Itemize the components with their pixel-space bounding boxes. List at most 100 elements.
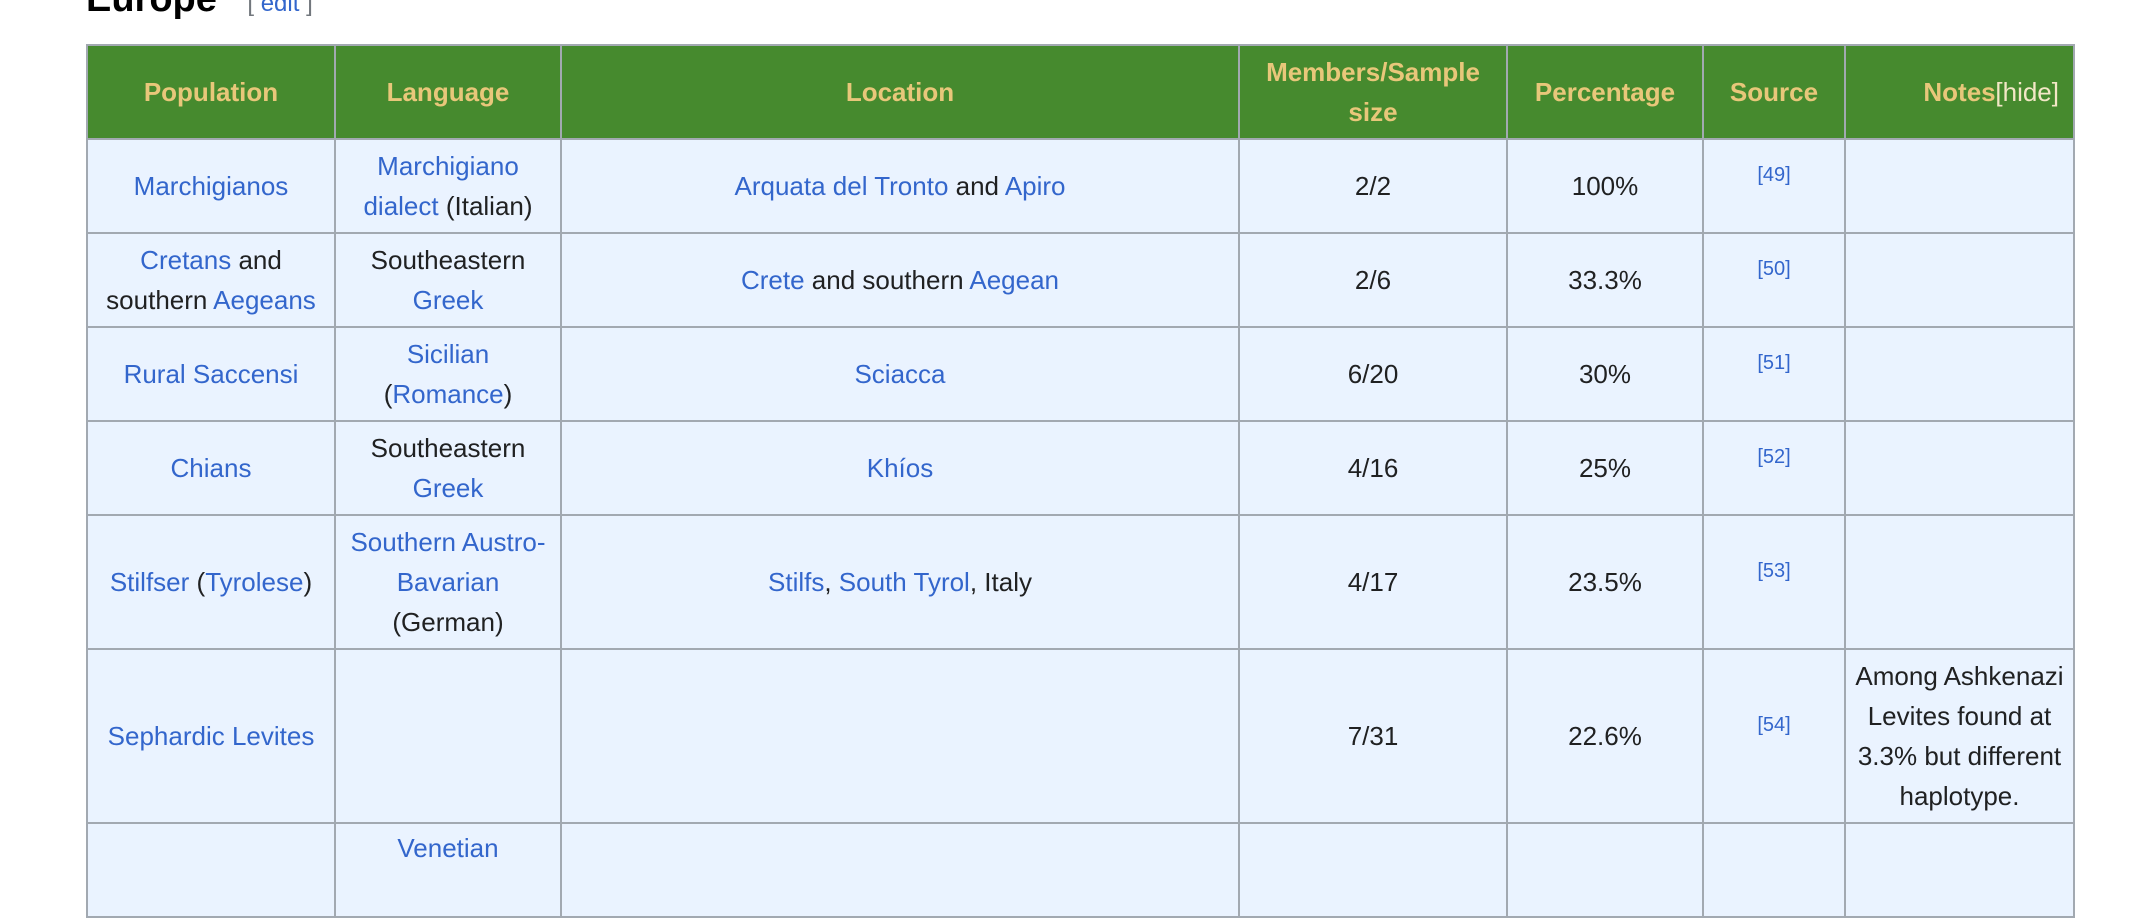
location-text: , Italy (969, 567, 1032, 597)
language-text: Southeastern (370, 433, 526, 463)
cell-source: [53] (1702, 514, 1846, 650)
language-link[interactable]: Romance (392, 379, 503, 409)
population-text: ) (303, 567, 313, 597)
cell-percentage: 33.3% (1506, 232, 1704, 328)
cell-population: Rural Saccensi (86, 326, 336, 422)
header-members[interactable]: Members/Sample size (1238, 44, 1508, 140)
population-link[interactable]: Marchigianos (134, 171, 289, 201)
citation-link[interactable]: [51] (1757, 352, 1790, 374)
language-text: (German) (392, 607, 504, 637)
location-text: , (824, 567, 839, 597)
cell-source: [52] (1702, 420, 1846, 516)
cell-population: Stilfser (Tyrolese) (86, 514, 336, 650)
header-location[interactable]: Location (560, 44, 1240, 140)
cell-source: [51] (1702, 326, 1846, 422)
section-heading-row: Europe [ edit ] (86, 0, 313, 20)
cell-members: 6/20 (1238, 326, 1508, 422)
haplogroup-table: Population Language Location Members/Sam… (86, 44, 2075, 918)
cell-source: [50] (1702, 232, 1846, 328)
cell-percentage: 30% (1506, 326, 1704, 422)
cell-percentage: 22.6% (1506, 648, 1704, 824)
cell-notes (1844, 420, 2075, 516)
table-row: Stilfser (Tyrolese) Southern Austro-Bava… (86, 514, 2075, 650)
cell-location (560, 648, 1240, 824)
citation-link[interactable]: [53] (1757, 560, 1790, 582)
header-notes-label: Notes (1923, 77, 1996, 107)
cell-source: [49] (1702, 138, 1846, 234)
language-link[interactable]: Sicilian (407, 339, 489, 369)
cell-members (1238, 822, 1508, 918)
population-link[interactable]: Aegeans (213, 285, 316, 315)
hide-column-button[interactable]: [hide] (1995, 72, 2059, 112)
cell-percentage: 23.5% (1506, 514, 1704, 650)
language-link[interactable]: Southern Austro-Bavarian (350, 527, 545, 597)
location-text: and southern (804, 265, 970, 295)
table-row: Chians Southeastern Greek Khíos 4/16 25%… (86, 420, 2075, 516)
location-link[interactable]: Arquata del Tronto (734, 171, 948, 201)
cell-notes (1844, 822, 2075, 918)
cell-language (334, 648, 562, 824)
location-link[interactable]: Khíos (867, 453, 934, 483)
citation-link[interactable]: [52] (1757, 446, 1790, 468)
cell-notes (1844, 514, 2075, 650)
population-link[interactable]: Rural Saccensi (124, 359, 299, 389)
location-link[interactable]: Aegean (969, 265, 1059, 295)
location-link[interactable]: South Tyrol (839, 567, 970, 597)
cell-notes: Among Ashkenazi Levites found at 3.3% bu… (1844, 648, 2075, 824)
cell-language: Venetian (334, 822, 562, 918)
cell-population (86, 822, 336, 918)
population-link[interactable]: Cretans (140, 245, 231, 275)
header-population[interactable]: Population (86, 44, 336, 140)
population-link[interactable]: Sephardic Levites (108, 721, 315, 751)
table-header-row: Population Language Location Members/Sam… (86, 44, 2075, 140)
table-row: Cretans and southern Aegeans Southeaster… (86, 232, 2075, 328)
header-source[interactable]: Source (1702, 44, 1846, 140)
cell-language: Sicilian (Romance) (334, 326, 562, 422)
edit-section-link[interactable]: edit (261, 0, 300, 17)
edit-close-bracket: ] (306, 0, 313, 17)
cell-notes (1844, 232, 2075, 328)
cell-location: Khíos (560, 420, 1240, 516)
location-link[interactable]: Stilfs (768, 567, 824, 597)
population-link[interactable]: Chians (171, 453, 252, 483)
language-text: ) (503, 379, 513, 409)
cell-language: Marchigiano dialect (Italian) (334, 138, 562, 234)
cell-population: Chians (86, 420, 336, 516)
table-row: Venetian (86, 822, 2075, 918)
cell-percentage: 100% (1506, 138, 1704, 234)
cell-notes (1844, 326, 2075, 422)
citation-link[interactable]: [54] (1757, 714, 1790, 736)
header-notes[interactable]: Notes [hide] (1844, 44, 2075, 140)
cell-location: Stilfs, South Tyrol, Italy (560, 514, 1240, 650)
table-row: Marchigianos Marchigiano dialect (Italia… (86, 138, 2075, 234)
language-text: (Italian) (438, 191, 533, 221)
header-language[interactable]: Language (334, 44, 562, 140)
cell-percentage (1506, 822, 1704, 918)
cell-members: 2/2 (1238, 138, 1508, 234)
cell-source (1702, 822, 1846, 918)
location-link[interactable]: Sciacca (854, 359, 945, 389)
language-link[interactable]: Greek (413, 285, 484, 315)
section-title: Europe (86, 0, 217, 20)
language-text: Southeastern (370, 245, 526, 275)
edit-open-bracket: [ (247, 0, 255, 17)
edit-section-control: [ edit ] (247, 0, 312, 17)
cell-location (560, 822, 1240, 918)
location-text: and (948, 171, 1005, 201)
location-link[interactable]: Apiro (1005, 171, 1066, 201)
header-percentage[interactable]: Percentage (1506, 44, 1704, 140)
cell-language: Southeastern Greek (334, 232, 562, 328)
table-row: Sephardic Levites 7/31 22.6% [54] Among … (86, 648, 2075, 824)
citation-link[interactable]: [49] (1757, 164, 1790, 186)
population-text: ( (189, 567, 206, 597)
cell-source: [54] (1702, 648, 1846, 824)
language-link[interactable]: Greek (413, 473, 484, 503)
cell-notes (1844, 138, 2075, 234)
population-link[interactable]: Tyrolese (205, 567, 303, 597)
location-link[interactable]: Crete (741, 265, 805, 295)
table-row: Rural Saccensi Sicilian (Romance) Sciacc… (86, 326, 2075, 422)
language-link[interactable]: Venetian (397, 833, 498, 863)
citation-link[interactable]: [50] (1757, 258, 1790, 280)
population-link[interactable]: Stilfser (110, 567, 189, 597)
cell-language: Southern Austro-Bavarian (German) (334, 514, 562, 650)
